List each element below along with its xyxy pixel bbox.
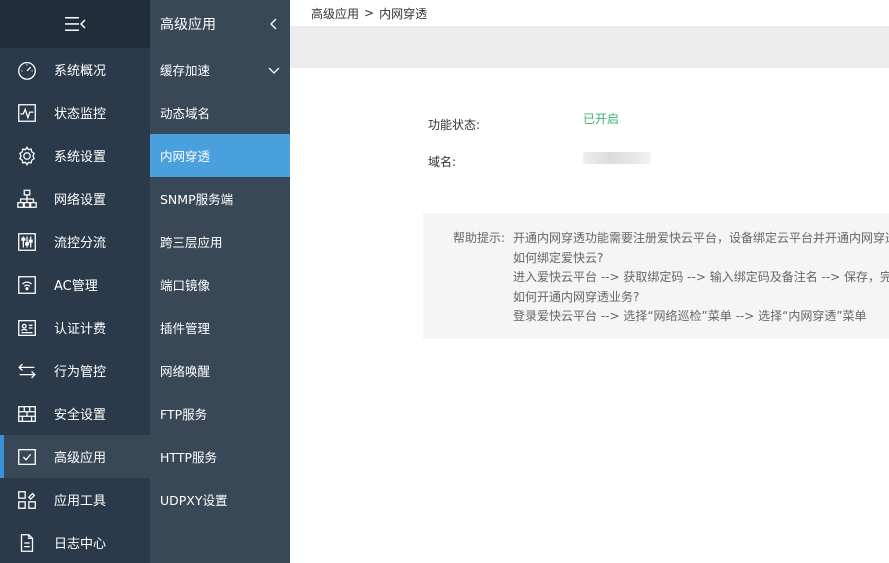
menu-collapse-icon [65, 17, 86, 31]
sidebar-item-label: 认证计费 [54, 322, 107, 337]
submenu-panel: 高级应用 缓存加速 动态域名 内网穿透 SNMP服务端 跨三层应用 端口镜像 插… [150, 0, 290, 563]
breadcrumb-parent[interactable]: 高级应用 [311, 5, 359, 22]
document-icon [20, 533, 34, 552]
submenu-item-label: 插件管理 [160, 321, 211, 336]
status-label: 功能状态: [428, 118, 481, 132]
sidebar-item-behavior[interactable]: 行为管控 [0, 349, 150, 392]
sidebar-item-tools[interactable]: 应用工具 [0, 478, 150, 521]
id-card-icon [18, 319, 36, 336]
sidebar-item-system-settings[interactable]: 系统设置 [0, 134, 150, 177]
gear-icon [19, 145, 35, 166]
submenu-item-label: 跨三层应用 [160, 235, 223, 250]
submenu-item-plugins[interactable]: 插件管理 [150, 306, 290, 349]
submenu-item-ftp[interactable]: FTP服务 [150, 392, 290, 435]
sidebar-item-label: 状态监控 [54, 107, 107, 122]
sidebar-item-network[interactable]: 网络设置 [0, 177, 150, 220]
help-line: 如何开通内网穿透业务? [513, 289, 640, 304]
sidebar-item-label: 系统概况 [54, 64, 107, 79]
breadcrumb-current: 内网穿透 [379, 6, 428, 21]
dashboard-icon [18, 61, 36, 80]
submenu-item-label: FTP服务 [160, 407, 208, 422]
sidebar-item-overview[interactable]: 系统概况 [0, 48, 150, 91]
sidebar-item-ac[interactable]: AC管理 [0, 263, 150, 306]
sidebar-item-logs[interactable]: 日志中心 [0, 521, 150, 563]
status-row: 功能状态: 已开启 [428, 111, 620, 133]
network-icon [17, 189, 37, 208]
help-body: 开通内网穿透功能需要注册爱快云平台，设备绑定云平台并开通内网穿透 如何绑定爱快云… [513, 229, 889, 327]
sidebar-item-security[interactable]: 安全设置 [0, 392, 150, 435]
help-line: 登录爱快云平台 --> 选择“网络巡检”菜单 --> 选择“内网穿透”菜单 [513, 309, 867, 323]
sidebar-item-monitor[interactable]: 状态监控 [0, 91, 150, 134]
submenu-item-nat-traversal[interactable]: 内网穿透 [150, 134, 290, 177]
domain-value-redacted [583, 151, 651, 164]
submenu-header: 高级应用 [150, 0, 290, 48]
help-box: 帮助提示: 开通内网穿透功能需要注册爱快云平台，设备绑定云平台并开通内网穿透 如… [423, 213, 889, 339]
sidebar-item-label: AC管理 [54, 279, 98, 294]
tools-icon [18, 490, 36, 509]
chevron-left-icon[interactable] [268, 18, 280, 30]
domain-label: 域名: [428, 155, 457, 169]
submenu-item-snmp[interactable]: SNMP服务端 [150, 177, 290, 220]
sidebar-item-label: 日志中心 [54, 537, 107, 552]
domain-row: 域名: [428, 151, 651, 170]
help-label: 帮助提示: [453, 231, 506, 245]
submenu-item-http[interactable]: HTTP服务 [150, 435, 290, 478]
breadcrumb-separator: > [364, 6, 375, 20]
submenu-item-label: 动态域名 [160, 106, 211, 121]
pulse-icon [18, 103, 36, 122]
main-content: 高级应用 > 内网穿透 功能状态: 已开启 域名: 帮助提示: 开通内网穿透功能… [290, 0, 889, 563]
submenu-item-label: HTTP服务 [160, 450, 217, 465]
sidebar-item-label: 安全设置 [54, 408, 107, 423]
submenu-item-label: 端口镜像 [160, 278, 211, 293]
chevron-down-icon [268, 67, 280, 74]
toolbar [290, 26, 889, 68]
sidebar-item-label: 行为管控 [54, 365, 107, 380]
submenu-item-wol[interactable]: 网络唤醒 [150, 349, 290, 392]
primary-sidebar: 系统概况 状态监控 系统设置 网络设置 流控分流 AC管理 认证计费 行为管控 … [0, 0, 150, 563]
sidebar-item-label: 系统设置 [54, 150, 107, 165]
firewall-icon [18, 405, 36, 422]
sidebar-item-auth-billing[interactable]: 认证计费 [0, 306, 150, 349]
sidebar-item-label: 应用工具 [54, 494, 107, 509]
sidebar-item-traffic-control[interactable]: 流控分流 [0, 220, 150, 263]
sliders-icon [18, 232, 36, 251]
submenu-item-ddns[interactable]: 动态域名 [150, 91, 290, 134]
submenu-item-label: 内网穿透 [160, 149, 211, 164]
sidebar-item-advanced[interactable]: 高级应用 [0, 435, 150, 478]
help-line: 如何绑定爱快云? [513, 250, 604, 265]
sidebar-item-label: 流控分流 [54, 236, 107, 251]
submenu-item-label: UDPXY设置 [160, 493, 228, 508]
submenu-item-port-mirror[interactable]: 端口镜像 [150, 263, 290, 306]
arrows-icon [18, 363, 36, 378]
help-line: 进入爱快云平台 --> 获取绑定码 --> 输入绑定码及备注名 --> 保存，完 [513, 270, 889, 284]
help-line: 开通内网穿透功能需要注册爱快云平台，设备绑定云平台并开通内网穿透 [513, 231, 889, 245]
submenu-item-label: SNMP服务端 [160, 192, 234, 207]
submenu-item-cache[interactable]: 缓存加速 [150, 48, 290, 91]
menu-toggle-button[interactable] [0, 0, 150, 48]
submenu-title: 高级应用 [160, 17, 216, 33]
submenu-item-udpxy[interactable]: UDPXY设置 [150, 478, 290, 521]
submenu-item-label: 网络唤醒 [160, 364, 211, 379]
status-value: 已开启 [583, 111, 620, 126]
submenu-item-label: 缓存加速 [160, 63, 211, 78]
wifi-icon [18, 275, 36, 294]
check-box-icon [18, 448, 36, 465]
breadcrumb: 高级应用 > 内网穿透 [290, 0, 889, 26]
sidebar-item-label: 高级应用 [54, 451, 107, 466]
sidebar-item-label: 网络设置 [54, 193, 107, 208]
submenu-item-layer3[interactable]: 跨三层应用 [150, 220, 290, 263]
